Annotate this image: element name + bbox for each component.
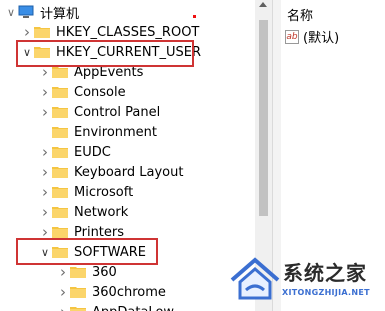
tree-item-label: AppDataLow (90, 305, 174, 311)
chevron-right-icon[interactable]: › (56, 283, 70, 301)
folder-icon (70, 266, 86, 278)
folder-icon (52, 186, 68, 198)
watermark-title: 系统之家 (283, 261, 367, 285)
tree-item[interactable]: › 360chrome (56, 282, 166, 302)
scroll-up-arrow-icon[interactable] (259, 2, 267, 7)
tree-item-label: Microsoft (74, 184, 134, 200)
tree-item[interactable]: › AppDataLow (56, 302, 174, 311)
folder-icon (34, 26, 50, 38)
folder-icon (52, 126, 68, 138)
registry-tree[interactable]: ∨ 计算机 › HKEY_CLASSES_ROOT ∨ HKEY_CURRENT_US… (0, 0, 255, 311)
highlight-box-software (16, 238, 158, 265)
chevron-right-icon[interactable]: › (38, 83, 52, 101)
chevron-right-icon[interactable]: › (38, 183, 52, 201)
tree-item[interactable]: › 360 (56, 262, 117, 282)
tree-item-label: Keyboard Layout (74, 164, 184, 180)
column-header-name[interactable]: 名称 (287, 5, 313, 24)
tree-item-label: Environment (74, 124, 158, 140)
tree-item[interactable]: › Console (38, 82, 126, 102)
value-name-default: (默认) (303, 31, 340, 46)
tree-item[interactable]: › Network (38, 202, 128, 222)
tree-item-label: Console (74, 84, 126, 100)
string-value-icon: ab (285, 29, 299, 44)
tree-item[interactable]: › Microsoft (38, 182, 133, 202)
folder-icon (52, 226, 68, 238)
folder-icon (52, 146, 68, 158)
red-mark (193, 15, 196, 18)
tree-root-label: 计算机 (40, 6, 80, 22)
tree-item[interactable]: › EUDC (38, 142, 111, 162)
tree-item[interactable]: › Control Panel (38, 102, 160, 122)
house-logo-icon (230, 257, 280, 300)
folder-icon (52, 206, 68, 218)
value-row-default[interactable]: ab (默认) (285, 27, 339, 46)
tree-item-label: EUDC (74, 144, 111, 160)
folder-icon (70, 286, 86, 298)
chevron-right-icon[interactable]: › (38, 163, 52, 181)
folder-icon (52, 86, 68, 98)
scrollbar-thumb[interactable] (259, 20, 268, 216)
folder-icon (52, 66, 68, 78)
computer-icon (18, 5, 34, 19)
tree-item-label: 360 (92, 264, 117, 280)
tree-item-label: Network (74, 204, 129, 220)
chevron-right-icon[interactable]: › (38, 103, 52, 121)
tree-item-label: Control Panel (74, 104, 161, 120)
tree-item[interactable]: › Keyboard Layout (38, 162, 183, 182)
watermark-url: XITONGZHIJIA.NET (282, 288, 370, 297)
chevron-right-icon[interactable]: › (38, 203, 52, 221)
chevron-down-icon[interactable]: ∨ (4, 6, 18, 19)
chevron-right-icon[interactable]: › (20, 23, 34, 41)
folder-icon (52, 166, 68, 178)
highlight-box-hkey-current-user (16, 40, 194, 67)
chevron-right-icon[interactable]: › (56, 263, 70, 281)
watermark-logo: 系统之家 XITONGZHIJIA.NET (228, 248, 385, 311)
tree-root-computer[interactable]: ∨ 计算机 (4, 2, 79, 22)
chevron-right-icon[interactable]: › (56, 303, 70, 311)
tree-item[interactable]: Environment (38, 122, 157, 142)
tree-item[interactable]: › HKEY_CLASSES_ROOT (20, 22, 199, 42)
folder-icon (52, 106, 68, 118)
tree-item-label: 360chrome (92, 284, 166, 300)
tree-item-label: HKEY_CLASSES_ROOT (56, 24, 200, 40)
chevron-right-icon[interactable]: › (38, 143, 52, 161)
folder-icon (70, 306, 86, 311)
